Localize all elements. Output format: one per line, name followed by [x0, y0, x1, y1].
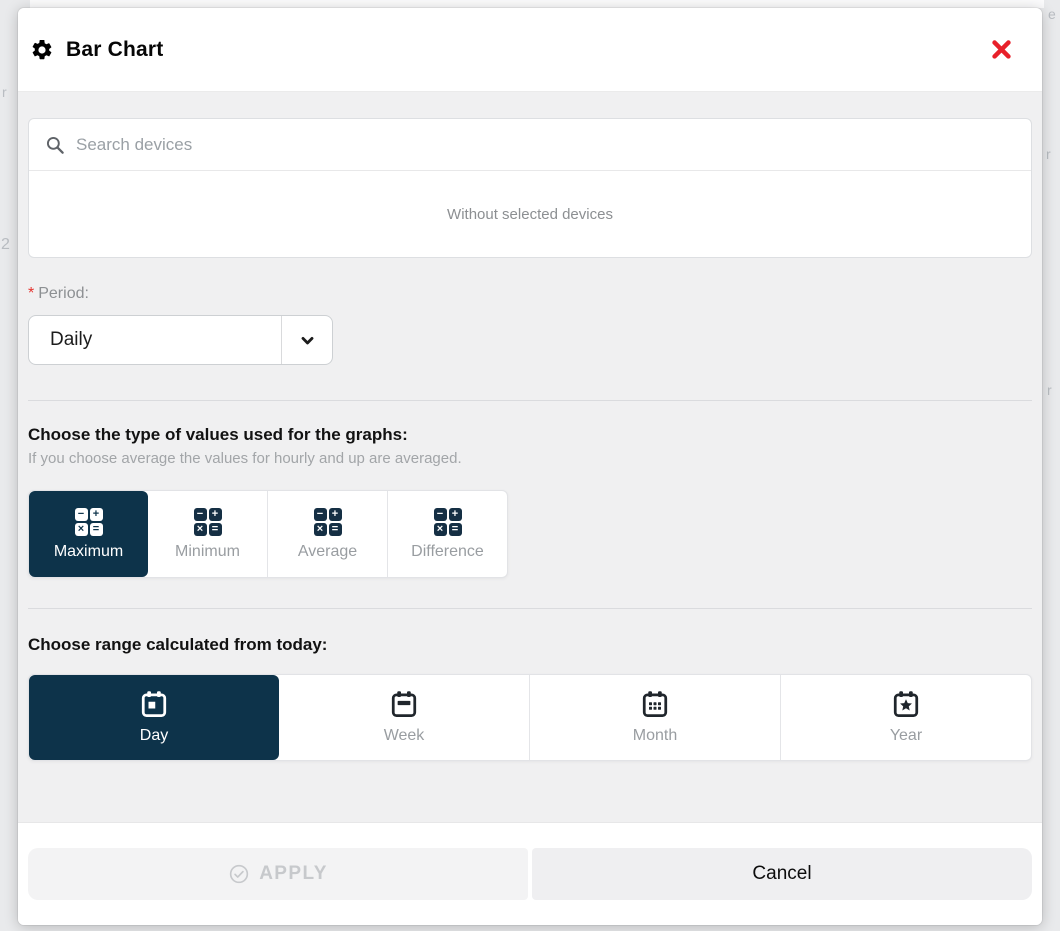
apply-label: APPLY	[259, 863, 328, 885]
cancel-button[interactable]: Cancel	[532, 848, 1032, 900]
range-option-week[interactable]: Week	[279, 675, 529, 760]
backdrop-text-fragment: r	[1046, 146, 1051, 162]
calculator-icon: − + × =	[314, 508, 342, 536]
calendar-month-icon	[640, 690, 670, 720]
calendar-day-icon	[139, 690, 169, 720]
period-selected-value: Daily	[29, 316, 281, 364]
backdrop-text-fragment: r	[2, 84, 7, 100]
chevron-down-icon	[281, 316, 332, 364]
value-type-group: − + × = Maximum − + × = Minimum −	[28, 490, 508, 578]
calendar-year-icon	[891, 690, 921, 720]
device-picker-panel: Without selected devices	[28, 118, 1032, 258]
gear-icon	[30, 38, 54, 62]
bar-chart-settings-modal: Bar Chart Without selected devices *Peri…	[18, 8, 1042, 925]
modal-body: Without selected devices *Period: Daily …	[18, 92, 1042, 822]
range-heading: Choose range calculated from today:	[28, 635, 1032, 655]
option-label: Minimum	[175, 543, 240, 561]
modal-footer: APPLY Cancel	[18, 822, 1042, 925]
value-type-subheading: If you choose average the values for hou…	[28, 450, 1032, 467]
calculator-icon: − + × =	[75, 508, 103, 536]
value-type-option-minimum[interactable]: − + × = Minimum	[148, 491, 267, 577]
period-select[interactable]: Daily	[28, 315, 333, 365]
apply-button[interactable]: APPLY	[28, 848, 528, 900]
option-label: Maximum	[54, 543, 123, 561]
close-icon	[991, 39, 1012, 60]
modal-title: Bar Chart	[66, 38, 164, 62]
search-icon	[45, 135, 65, 155]
backdrop-top-strip	[30, 0, 1044, 8]
value-type-option-average[interactable]: − + × = Average	[267, 491, 387, 577]
backdrop-text-fragment: r	[1047, 382, 1052, 398]
search-input[interactable]	[76, 135, 1015, 155]
value-type-heading: Choose the type of values used for the g…	[28, 425, 1032, 445]
option-label: Year	[890, 727, 922, 745]
value-type-option-difference[interactable]: − + × = Difference	[387, 491, 507, 577]
option-label: Difference	[411, 543, 484, 561]
cancel-label: Cancel	[752, 863, 811, 885]
range-option-month[interactable]: Month	[529, 675, 780, 760]
backdrop-text-fragment: e	[1048, 6, 1056, 22]
option-label: Month	[633, 727, 677, 745]
section-divider	[28, 400, 1032, 401]
section-divider	[28, 608, 1032, 609]
close-button[interactable]	[986, 35, 1016, 65]
period-label: *Period:	[28, 285, 1032, 303]
value-type-option-maximum[interactable]: − + × = Maximum	[29, 491, 148, 577]
modal-header: Bar Chart	[18, 8, 1042, 92]
device-search-row	[29, 119, 1031, 171]
calculator-icon: − + × =	[434, 508, 462, 536]
option-label: Week	[384, 727, 425, 745]
backdrop-text-fragment: 2	[1, 236, 10, 254]
calendar-week-icon	[389, 690, 419, 720]
option-label: Average	[298, 543, 357, 561]
calculator-icon: − + × =	[194, 508, 222, 536]
range-option-day[interactable]: Day	[29, 675, 279, 760]
check-circle-icon	[228, 863, 250, 885]
option-label: Day	[140, 727, 168, 745]
empty-devices-message: Without selected devices	[29, 171, 1031, 257]
range-option-year[interactable]: Year	[780, 675, 1031, 760]
range-group: Day Week	[28, 674, 1032, 761]
required-marker: *	[28, 285, 34, 302]
